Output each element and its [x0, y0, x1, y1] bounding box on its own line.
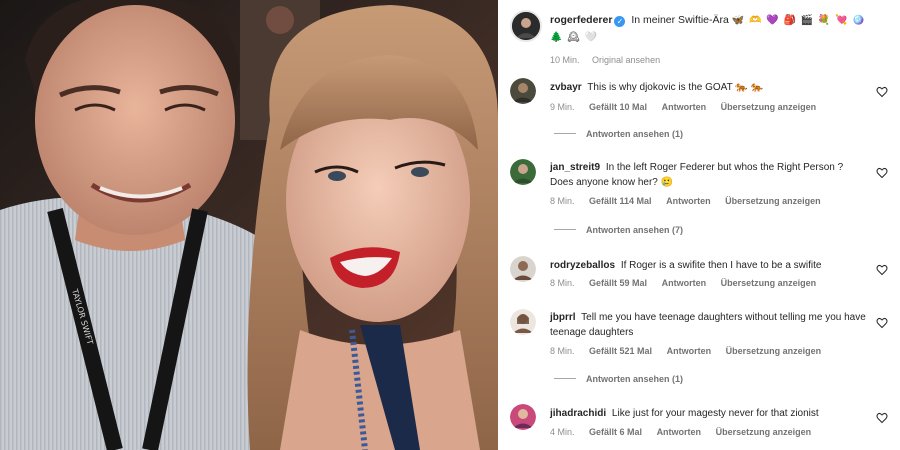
translate-button[interactable]: Übersetzung anzeigen — [721, 278, 817, 288]
commenter-avatar[interactable] — [510, 78, 536, 104]
translate-button[interactable]: Übersetzung anzeigen — [726, 346, 822, 356]
translate-button[interactable]: Übersetzung anzeigen — [725, 196, 821, 206]
reply-button[interactable]: Antworten — [662, 278, 707, 288]
view-replies-button[interactable]: Antworten ansehen (7) — [554, 225, 683, 235]
caption-emojis: 🦋 🫶 💜 🎒 🎬 💐 💘 🪩 — [731, 15, 866, 26]
comment-meta: 8 Min. Gefällt 59 Mal Antworten Übersetz… — [550, 278, 828, 288]
comment-meta: 4 Min. Gefällt 6 Mal Antworten Übersetzu… — [550, 427, 823, 437]
comment-username[interactable]: jbprrl — [550, 312, 576, 323]
comment-meta: 9 Min. Gefällt 10 Mal Antworten Übersetz… — [550, 102, 828, 112]
comment-text: This is why djokovic is the GOAT 🐅 🐅 — [587, 82, 763, 93]
commenter-avatar[interactable] — [510, 159, 536, 185]
commenter-avatar[interactable] — [510, 256, 536, 282]
like-heart-icon[interactable] — [876, 85, 888, 98]
post-time: 10 Min. — [550, 55, 580, 65]
comment-time: 8 Min. — [550, 196, 575, 206]
caption-emojis-line2: 🌲 🕰 🤍 — [550, 32, 599, 43]
selfie-image: TAYLOR SWIFT — [0, 0, 498, 450]
poster-avatar[interactable] — [510, 10, 542, 42]
comment-username[interactable]: zvbayr — [550, 82, 582, 93]
comment-time: 8 Min. — [550, 346, 575, 356]
comment-likes[interactable]: Gefällt 6 Mal — [589, 427, 642, 437]
translate-button[interactable]: Übersetzung anzeigen — [716, 427, 812, 437]
comment-body: zvbayr This is why djokovic is the GOAT … — [550, 80, 868, 95]
view-replies-button[interactable]: Antworten ansehen (1) — [554, 129, 683, 139]
comment-likes[interactable]: Gefällt 10 Mal — [589, 102, 647, 112]
comment-time: 8 Min. — [550, 278, 575, 288]
comment-meta: 8 Min. Gefällt 114 Mal Antworten Überset… — [550, 196, 833, 206]
like-heart-icon[interactable] — [876, 263, 888, 276]
see-original-link[interactable]: Original ansehen — [592, 55, 660, 65]
verified-badge-icon: ✓ — [614, 16, 626, 27]
comment-text: Like just for your magesty never for tha… — [611, 408, 819, 419]
post-caption: rogerfederer ✓ In meiner Swiftie-Ära 🦋 🫶 … — [550, 12, 890, 46]
like-heart-icon[interactable] — [876, 316, 888, 329]
reply-button[interactable]: Antworten — [666, 196, 711, 206]
comment-body: rodryzeballos If Roger is a swifite then… — [550, 258, 868, 273]
comment-time: 9 Min. — [550, 102, 575, 112]
comments-panel: rogerfederer ✓ In meiner Swiftie-Ära 🦋 🫶 … — [498, 0, 900, 450]
commenter-avatar[interactable] — [510, 309, 536, 335]
comment-text: If Roger is a swifite then I have to be … — [620, 260, 822, 271]
comment-likes[interactable]: Gefällt 521 Mal — [589, 346, 652, 356]
poster-username[interactable]: rogerfederer — [550, 14, 612, 26]
like-heart-icon[interactable] — [876, 411, 888, 424]
comment-username[interactable]: rodryzeballos — [550, 260, 615, 271]
comment-meta: 8 Min. Gefällt 521 Mal Antworten Überset… — [550, 346, 833, 356]
commenter-avatar[interactable] — [510, 404, 536, 430]
reply-button[interactable]: Antworten — [667, 346, 712, 356]
comment-likes[interactable]: Gefällt 59 Mal — [589, 278, 647, 288]
reply-button[interactable]: Antworten — [662, 102, 707, 112]
caption-text: In meiner Swiftie-Ära — [631, 14, 729, 26]
like-heart-icon[interactable] — [876, 166, 888, 179]
comment-text: Tell me you have teenage daughters witho… — [550, 312, 866, 338]
post-meta: 10 Min. Original ansehen — [550, 55, 660, 65]
comment-username[interactable]: jan_streit9 — [550, 162, 600, 173]
post-photo[interactable]: TAYLOR SWIFT — [0, 0, 498, 450]
reply-button[interactable]: Antworten — [657, 427, 702, 437]
comment-likes[interactable]: Gefällt 114 Mal — [589, 196, 652, 206]
comment-time: 4 Min. — [550, 427, 575, 437]
comment-body: jan_streit9 In the left Roger Federer bu… — [550, 160, 868, 190]
comment-body: jbprrl Tell me you have teenage daughter… — [550, 310, 868, 340]
view-replies-button[interactable]: Antworten ansehen (1) — [554, 374, 683, 384]
translate-button[interactable]: Übersetzung anzeigen — [721, 102, 817, 112]
comment-username[interactable]: jihadrachidi — [550, 408, 606, 419]
comment-body: jihadrachidi Like just for your magesty … — [550, 406, 868, 421]
